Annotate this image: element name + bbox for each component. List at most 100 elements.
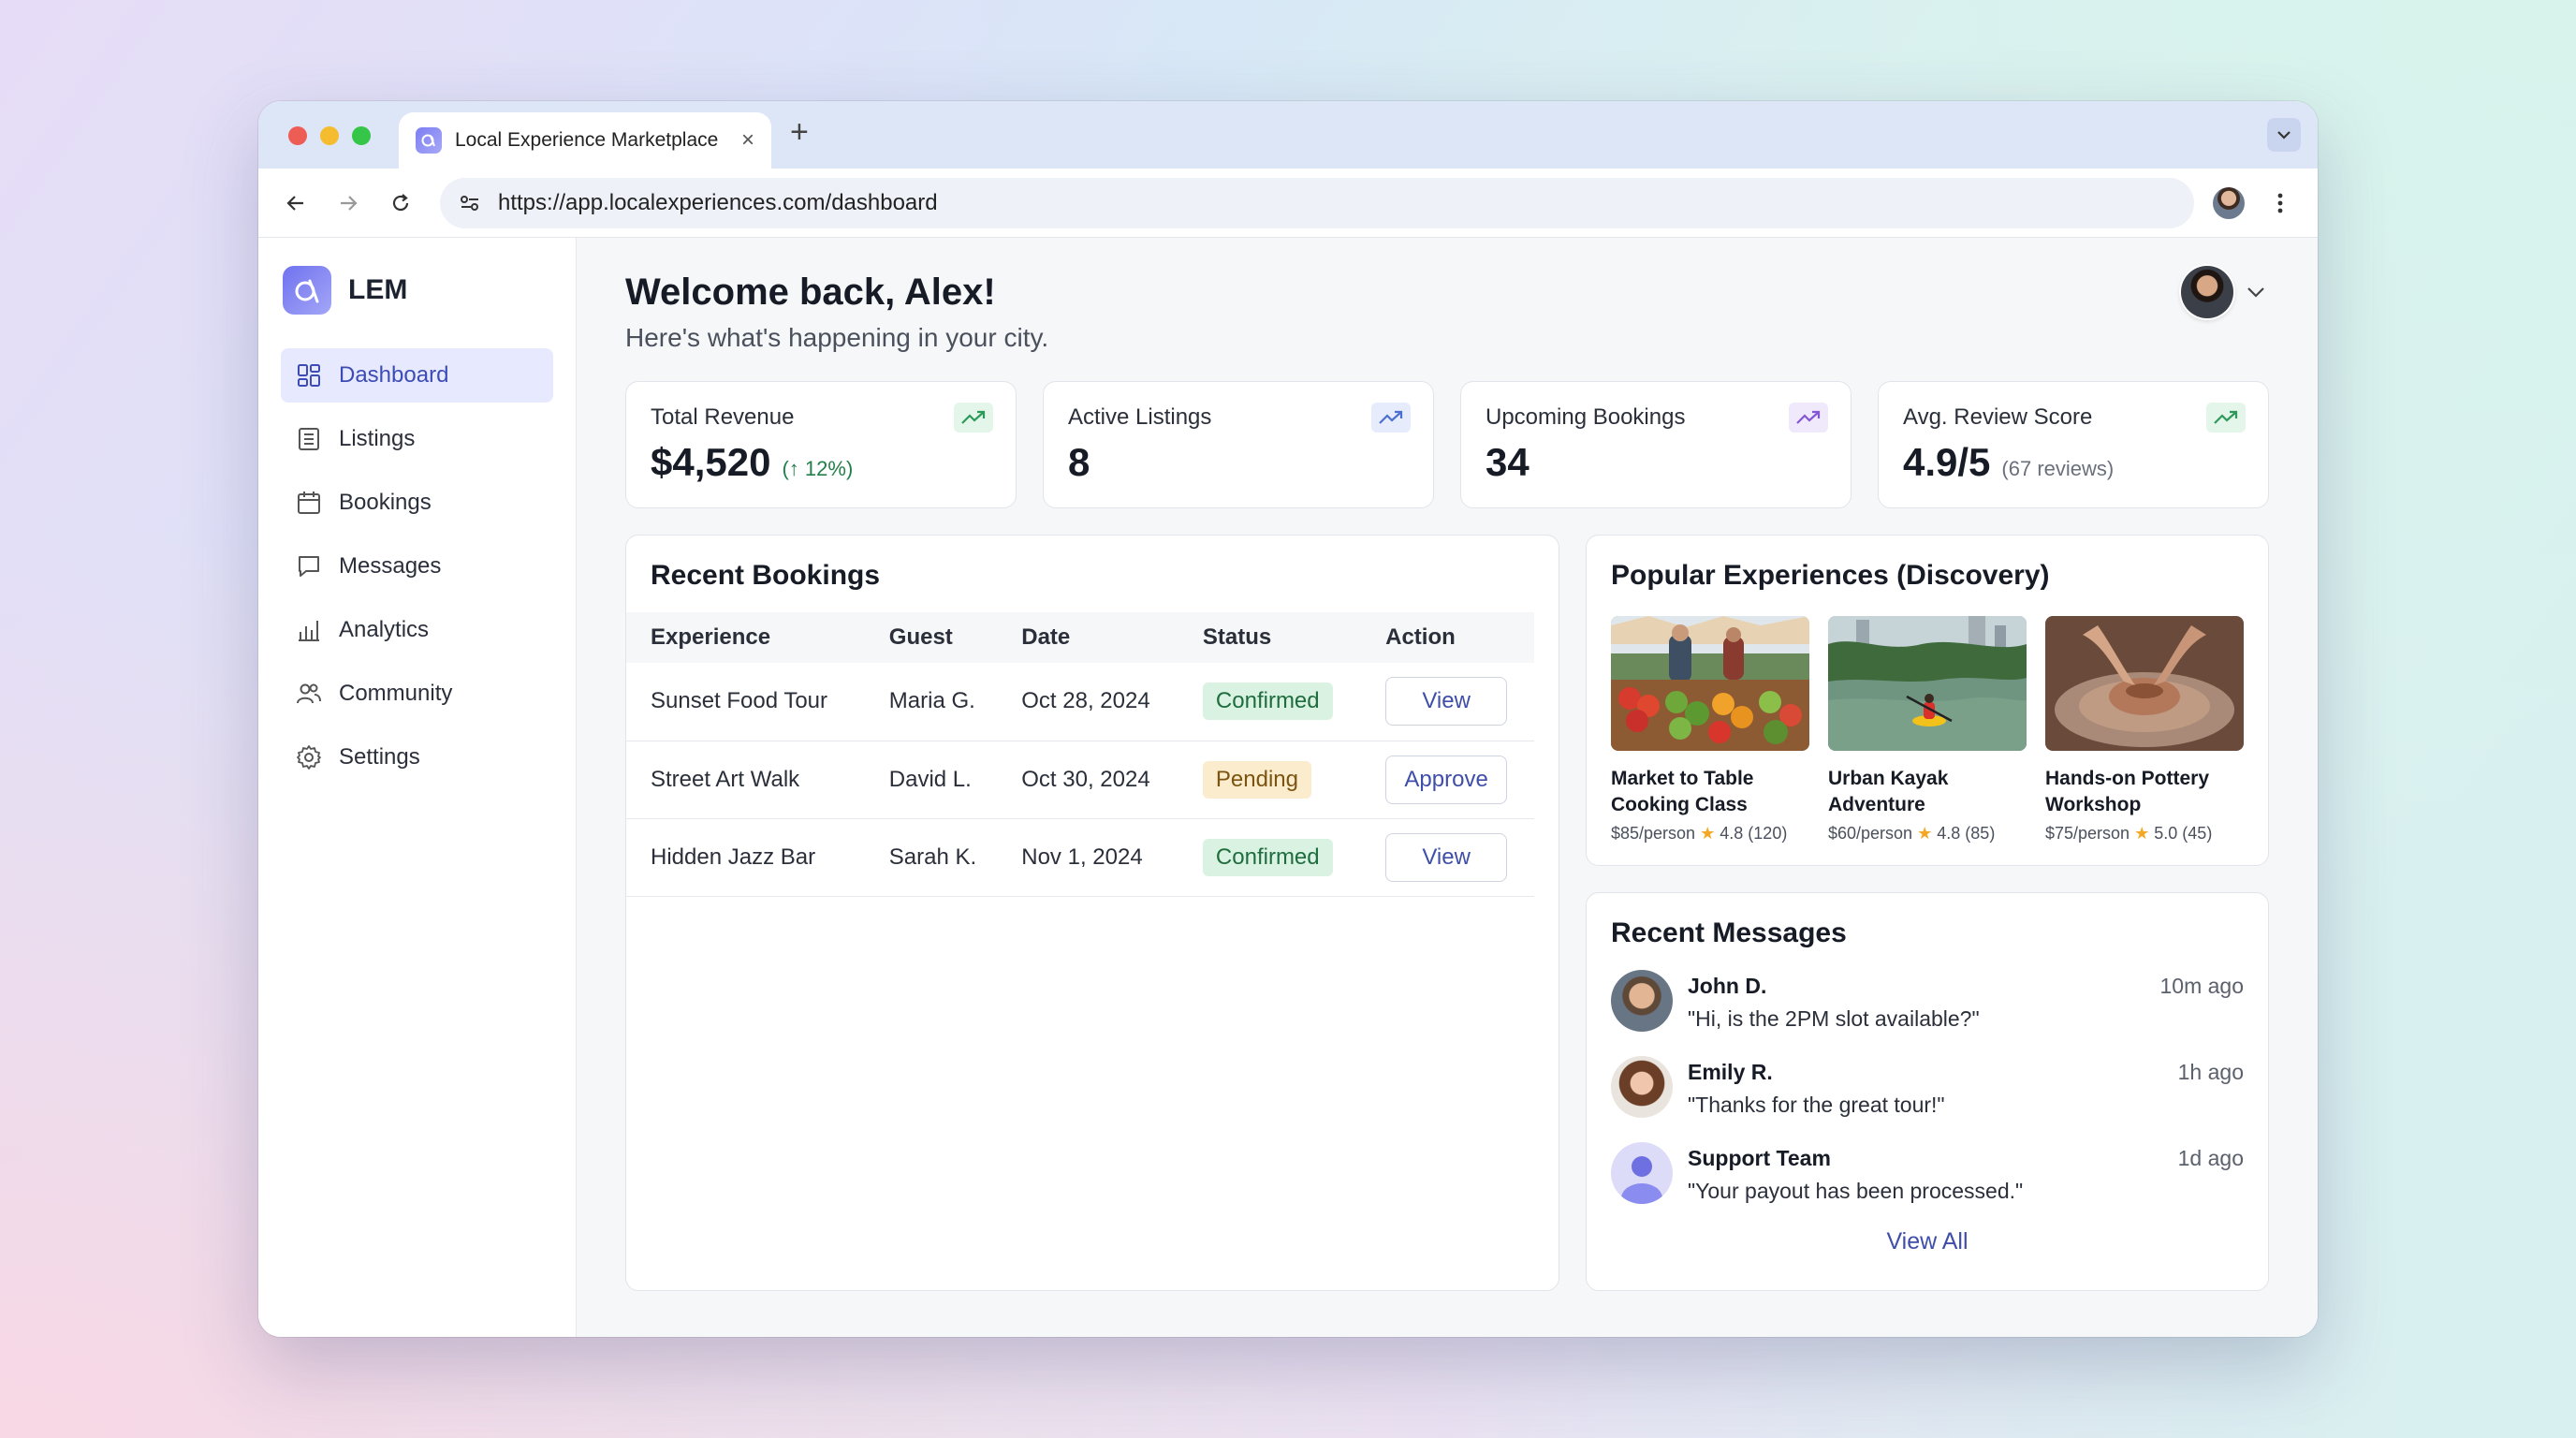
column-header[interactable]: Date [997,612,1178,663]
sidebar-item-listings[interactable]: Listings [281,412,553,466]
message-item[interactable]: John D. "Hi, is the 2PM slot available?"… [1587,970,2268,1032]
cell-experience: Sunset Food Tour [626,663,865,741]
user-menu[interactable] [2181,266,2265,318]
avatar [1611,970,1673,1032]
user-avatar[interactable] [2181,266,2233,318]
calendar-icon [298,492,320,514]
url-text[interactable]: https://app.localexperiences.com/dashboa… [498,190,938,216]
experience-title[interactable]: Market to Table Cooking Class [1611,766,1809,818]
kayak-photo[interactable] [1828,616,2027,751]
stat-card-upcoming-bookings[interactable]: Upcoming Bookings 34 [1460,381,1852,508]
experience-title[interactable]: Urban Kayak Adventure [1828,766,2027,818]
experience-meta: $85/person ★ 4.8 (120) [1611,824,1809,844]
approve-button[interactable]: Approve [1385,755,1508,804]
users-icon [297,683,321,704]
browser-tab-active[interactable]: Local Experience Marketplace × [399,112,771,169]
experience-meta: $75/person ★ 5.0 (45) [2045,824,2244,844]
browser-menu-kebab-icon[interactable] [2263,186,2297,220]
view-button[interactable]: View [1385,677,1508,726]
stat-value: 8 [1068,440,1409,485]
cell-date: Nov 1, 2024 [997,818,1178,897]
avatar [1611,1056,1673,1118]
cell-status: Pending [1178,741,1362,819]
sidebar-item-settings[interactable]: Settings [281,730,553,785]
message-time: 10m ago [2159,974,2244,998]
column-header[interactable]: Experience [626,612,865,663]
new-tab-plus-icon[interactable]: + [790,114,809,151]
sidebar-item-analytics[interactable]: Analytics [281,603,553,657]
experience-card[interactable]: Urban Kayak Adventure $60/person ★ 4.8 (… [1828,616,2027,844]
close-window-button[interactable] [288,126,307,145]
view-all-link[interactable]: View All [1587,1228,2268,1255]
stats-row: Total Revenue $4,520 (↑ 12%) Active List… [625,381,2269,508]
cell-guest: David L. [864,741,998,819]
stat-card-total-revenue[interactable]: Total Revenue $4,520 (↑ 12%) [625,381,1017,508]
address-bar[interactable]: https://app.localexperiences.com/dashboa… [440,177,2194,228]
trend-up-icon [2206,403,2246,433]
minimize-window-button[interactable] [320,126,339,145]
site-settings-icon[interactable] [459,194,481,213]
stat-card-avg-review-score[interactable]: Avg. Review Score 4.9/5 (67 reviews) [1878,381,2269,508]
column-header[interactable]: Guest [865,612,997,663]
table-row[interactable]: Hidden Jazz Bar Sarah K. Nov 1, 2024 Con… [626,818,1534,897]
market-photo[interactable] [1611,616,1809,751]
tab-close-icon[interactable]: × [741,127,754,154]
logo[interactable]: LEM [283,266,553,315]
experience-title[interactable]: Hands-on Pottery Workshop [2045,766,2244,818]
message-item[interactable]: Emily R. "Thanks for the great tour!" 1h… [1587,1056,2268,1118]
sidebar-item-label: Messages [339,553,442,579]
sidebar-item-dashboard[interactable]: Dashboard [281,348,553,403]
back-arrow-icon[interactable] [279,186,313,220]
message-preview: "Your payout has been processed." [1688,1179,2024,1203]
experience-card[interactable]: Market to Table Cooking Class $85/person… [1611,616,1809,844]
star-icon: ★ [1917,824,1933,843]
pottery-photo[interactable] [2045,616,2244,751]
experience-card[interactable]: Hands-on Pottery Workshop $75/person ★ 5… [2045,616,2244,844]
maximize-window-button[interactable] [352,126,371,145]
experience-meta: $60/person ★ 4.8 (85) [1828,824,2027,844]
sidebar-item-label: Community [339,681,453,706]
cell-experience: Hidden Jazz Bar [626,818,865,897]
cell-experience: Street Art Walk [626,741,865,819]
message-body: John D. "Hi, is the 2PM slot available?" [1688,970,1980,1032]
panel-title: Recent Bookings [651,560,881,591]
grid-icon [298,364,320,387]
stat-number: 4.9/5 [1903,440,1991,484]
browser-profile-avatar[interactable] [2213,186,2245,219]
sidebar-item-label: Dashboard [339,362,449,388]
status-badge: Pending [1202,760,1311,799]
app-layout: LEM Dashboard Listings Bookings Messages… [258,238,2318,1337]
experience-cards: Market to Table Cooking Class $85/person… [1587,592,2268,844]
stat-label: Total Revenue [651,404,795,430]
stat-label: Upcoming Bookings [1486,404,1686,430]
stat-number: 8 [1068,440,1090,484]
column-header[interactable]: Action [1361,612,1534,663]
sidebar-item-label: Settings [339,744,420,770]
view-button[interactable]: View [1385,832,1508,882]
logo-text: LEM [348,274,408,305]
stat-value: $4,520 (↑ 12%) [651,440,991,485]
chevron-down-icon[interactable] [2247,286,2265,298]
stat-card-active-listings[interactable]: Active Listings 8 [1043,381,1434,508]
bar-chart-icon [299,621,319,641]
sidebar-item-bookings[interactable]: Bookings [281,476,553,530]
page-title: Welcome back, Alex! [625,271,996,313]
message-sender: John D. [1688,974,1767,998]
table-row[interactable]: Street Art Walk David L. Oct 30, 2024 Pe… [626,741,1534,819]
message-body: Emily R. "Thanks for the great tour!" [1688,1056,1945,1118]
forward-arrow-icon[interactable] [331,186,365,220]
sidebar-item-community[interactable]: Community [281,667,553,721]
reload-icon[interactable] [384,186,417,220]
column-header[interactable]: Status [1178,612,1361,663]
sidebar-item-messages[interactable]: Messages [281,539,553,594]
tab-bar: Local Experience Marketplace × + [258,101,2318,169]
cell-action: View [1361,818,1534,897]
stat-number: 34 [1486,440,1530,484]
table-row[interactable]: Sunset Food Tour Maria G. Oct 28, 2024 C… [626,663,1534,741]
message-item[interactable]: Support Team "Your payout has been proce… [1587,1142,2268,1204]
sidebar: LEM Dashboard Listings Bookings Messages… [258,238,577,1337]
tab-search-chevron-icon[interactable] [2267,118,2301,152]
message-body: Support Team "Your payout has been proce… [1688,1142,2023,1204]
cell-status: Confirmed [1178,663,1362,741]
gear-icon [297,745,321,770]
